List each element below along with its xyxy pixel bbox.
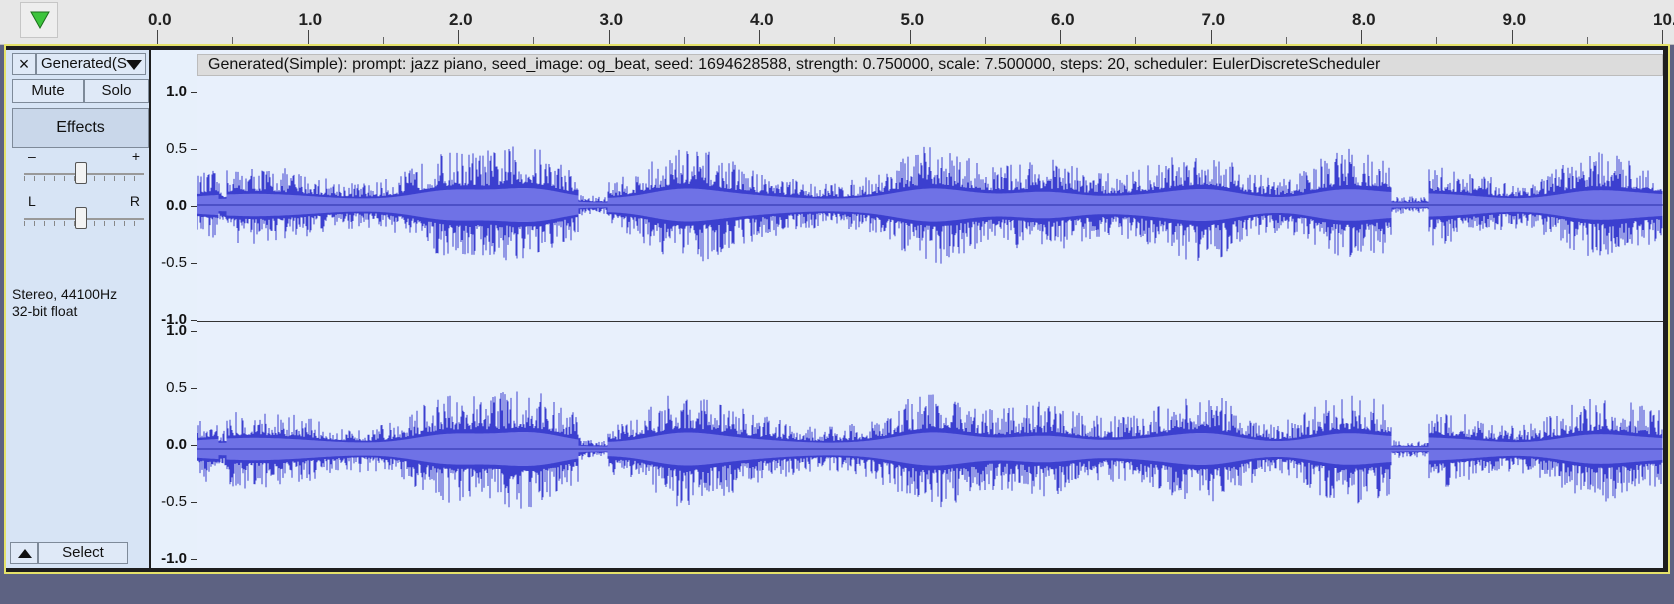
pan-slider[interactable]: L R (24, 193, 144, 233)
gain-minus-label: – (28, 148, 36, 164)
format-rate: Stereo, 44100Hz (12, 286, 118, 302)
ruler-major-tick (157, 30, 158, 44)
channel-divider (197, 321, 1663, 322)
ruler-major-tick (759, 30, 760, 44)
waveform-left-channel[interactable] (197, 82, 1663, 322)
ruler-minor-tick (683, 37, 685, 44)
mute-button[interactable]: Mute (12, 79, 84, 103)
ruler-major-tick (307, 30, 309, 44)
amplitude-tick-label: 1.0 (166, 322, 187, 339)
waveform-right-channel[interactable] (197, 326, 1663, 566)
gain-slider[interactable]: – + (24, 148, 144, 188)
playhead-marker-button[interactable] (20, 2, 58, 38)
ruler-major-tick (1511, 30, 1513, 44)
select-track-button[interactable]: Select (38, 542, 128, 564)
track-name-menu-button[interactable]: Generated(S (36, 53, 146, 75)
ruler-tick-label: 1.0 (298, 10, 323, 29)
effects-button[interactable]: Effects (12, 108, 149, 148)
ruler-tick-label: 3.0 (599, 10, 624, 29)
ruler-minor-tick (1135, 37, 1137, 44)
ruler-minor-tick (984, 37, 986, 44)
amplitude-tick-label: -0.5 (161, 254, 187, 271)
close-track-button[interactable]: × (12, 53, 36, 75)
amplitude-tick-label: -1.0 (161, 550, 187, 567)
ruler-tick-label: 4.0 (750, 10, 774, 29)
pan-left-label: L (28, 193, 36, 209)
ruler-tick-label: 6.0 (1051, 10, 1075, 29)
ruler-minor-tick (1285, 37, 1287, 44)
pan-slider-thumb[interactable] (75, 207, 87, 229)
vertical-amplitude-ruler[interactable]: 1.0 0.5 0.0 -0.5 -1.0 1.0 0.5 0.0 -0.5 -1.0 (151, 50, 197, 568)
dropdown-arrow-icon (126, 60, 142, 70)
collapse-track-button[interactable] (10, 542, 38, 564)
ruler-tick-label: 2.0 (449, 10, 473, 29)
ruler-minor-tick (1436, 37, 1438, 44)
format-depth: 32-bit float (12, 303, 78, 319)
ruler-major-tick (608, 30, 610, 44)
pan-right-label: R (129, 193, 140, 209)
amplitude-tick-label: 0.0 (166, 436, 187, 453)
amplitude-tick-label: 0.5 (166, 379, 187, 396)
ruler-minor-tick (382, 37, 384, 44)
amplitude-tick-label: 0.5 (166, 140, 187, 157)
ruler-tick-label: 5.0 (900, 10, 925, 29)
ruler-minor-tick (533, 37, 535, 44)
gain-plus-label: + (131, 148, 140, 164)
ruler-tick-label: 10. (1653, 10, 1674, 29)
empty-track-area[interactable] (0, 574, 1674, 604)
ruler-minor-tick (834, 37, 836, 44)
ruler-tick-label: 9.0 (1502, 10, 1527, 29)
track-name: Generated(S (41, 55, 127, 72)
ruler-major-tick (1662, 30, 1663, 44)
ruler-major-tick (1210, 30, 1212, 44)
amplitude-tick-label: 1.0 (166, 83, 187, 100)
clip-title-bar[interactable]: Generated(Simple): prompt: jazz piano, s… (197, 54, 1663, 76)
solo-button[interactable]: Solo (84, 79, 149, 103)
amplitude-tick-label: -0.5 (161, 493, 187, 510)
ruler-tick-label: 0.0 (148, 10, 172, 29)
ruler-major-tick (1361, 30, 1362, 44)
timeline-ruler[interactable]: 0.0 1.0 2.0 3.0 4.0 5.0 6.0 7.0 8.0 9.0 10. (0, 0, 1674, 45)
ruler-minor-tick (1586, 37, 1588, 44)
gain-slider-thumb[interactable] (75, 162, 87, 184)
track-control-panel: × Generated(S Mute Solo Effects – + L R … (6, 50, 149, 568)
ruler-tick-label: 7.0 (1201, 10, 1226, 29)
track-format-info: Stereo, 44100Hz 32-bit float (12, 286, 117, 320)
ruler-minor-tick (232, 37, 234, 44)
ruler-major-tick (909, 30, 911, 44)
amplitude-tick-label: 0.0 (166, 197, 187, 214)
ruler-tick-label: 8.0 (1352, 10, 1376, 29)
collapse-arrow-icon (18, 549, 32, 558)
ruler-major-tick (1060, 30, 1061, 44)
waveform-area[interactable]: Generated(Simple): prompt: jazz piano, s… (197, 50, 1663, 568)
play-head-icon (30, 11, 50, 29)
ruler-major-tick (458, 30, 459, 44)
